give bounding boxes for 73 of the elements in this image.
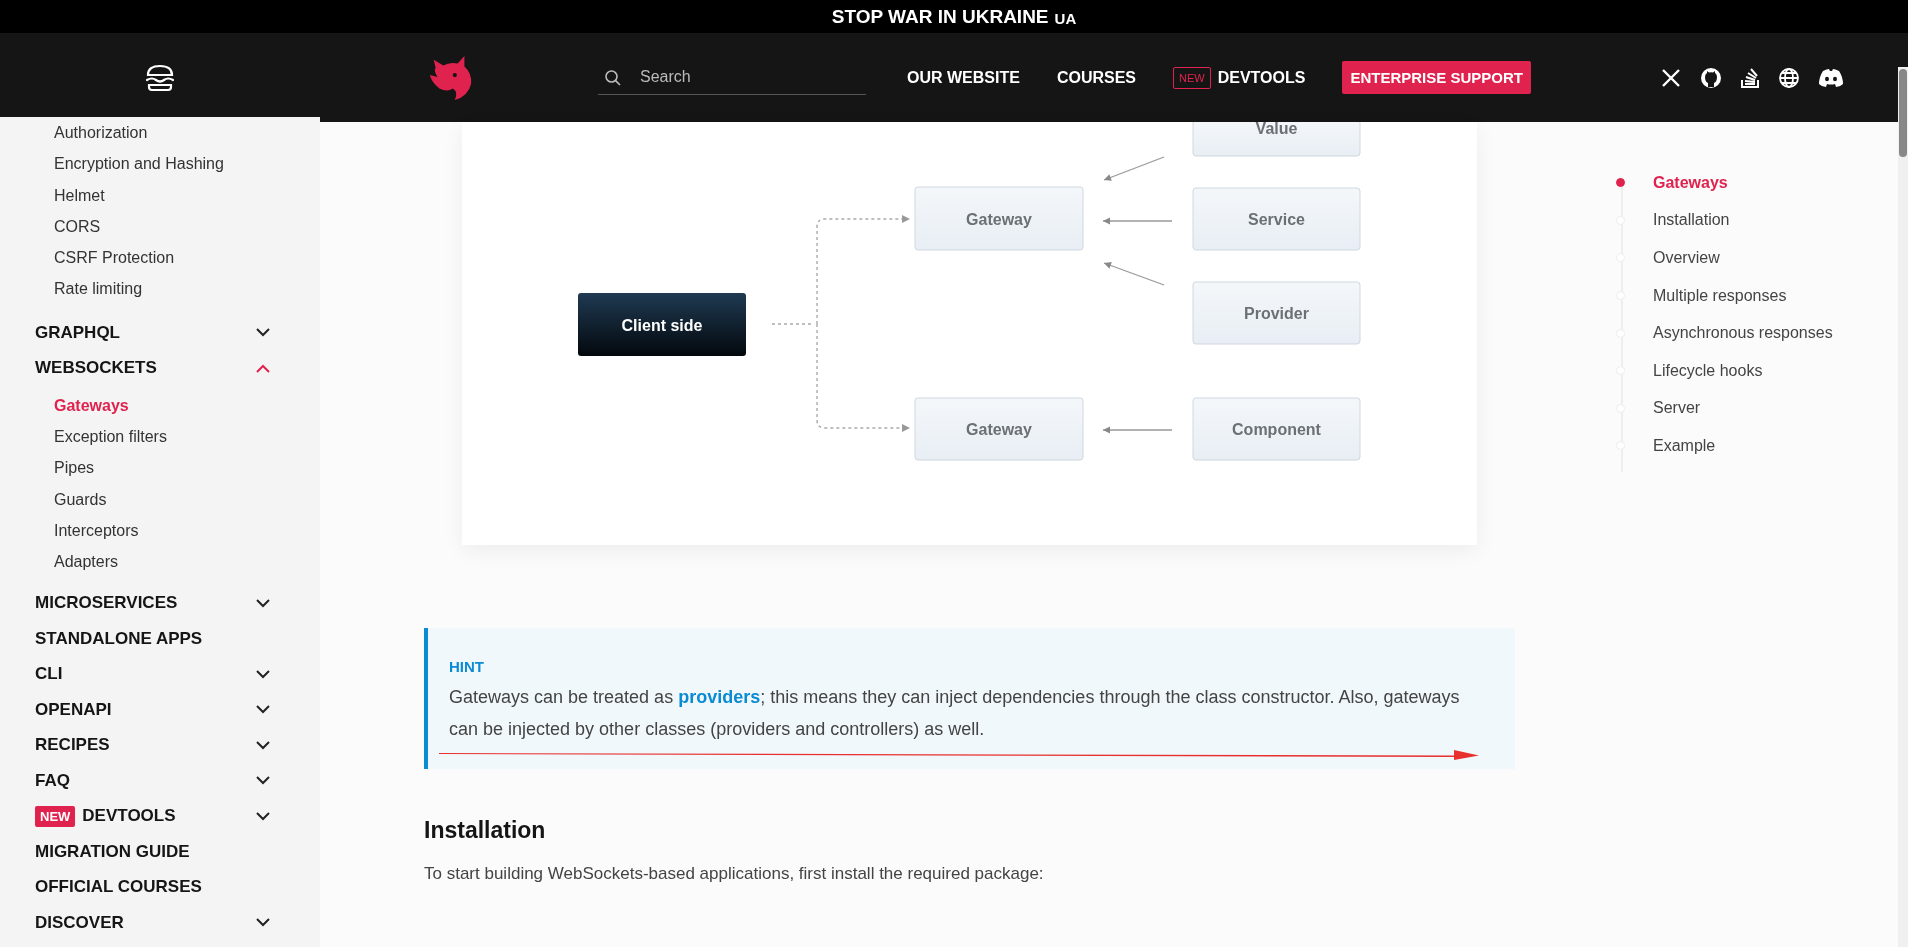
chevron-down-icon[interactable] [256,669,270,679]
connector-arrow [1102,426,1173,434]
nav-link[interactable]: OUR WEBSITE [907,68,1020,87]
connector-arrow [1103,156,1165,181]
sidebar-link[interactable]: Pipes [0,452,320,484]
sidebar-section[interactable]: WEBSOCKETS [35,358,157,379]
sidebar-section[interactable]: DEVTOOLS [82,806,176,827]
sidebar-link[interactable]: Encryption and Hashing [0,148,320,180]
chevron-down-icon[interactable] [256,740,270,750]
country-tag: UA [1054,9,1077,27]
toc-link[interactable]: Multiple responses [1653,286,1787,305]
diagram-node: Gateway [914,186,1084,251]
search-field[interactable]: Search [598,60,866,95]
scrollbar[interactable] [1898,67,1908,947]
new-badge: NEW [35,805,76,827]
chevron-down-icon[interactable] [256,328,270,338]
sidebar-section[interactable]: MICROSERVICES [35,593,178,614]
toc-link[interactable]: Asynchronous responses [1653,324,1833,343]
sidebar-section[interactable]: GRAPHQL [35,322,120,343]
stack-icon[interactable] [1740,66,1760,89]
discord-icon[interactable] [1818,67,1844,88]
connector-arrow [1103,262,1165,286]
chevron-down-icon[interactable] [256,776,270,786]
sidebar-section[interactable]: DISCOVER [35,912,124,933]
new-badge: NEW [1173,66,1211,89]
burger-icon[interactable] [144,62,176,93]
chevron-up-icon[interactable] [256,363,270,373]
chevron-down-icon[interactable] [256,598,270,608]
sidebar-link[interactable]: Interceptors [0,514,320,547]
chevron-down-icon[interactable] [256,918,270,928]
connector-arrow [1102,217,1173,225]
toc-link[interactable]: Installation [1653,211,1730,230]
sidebar-link[interactable]: Helmet [0,179,320,211]
search-icon [604,69,622,87]
globe-icon[interactable] [1778,66,1800,89]
sidebar-link[interactable]: Adapters [0,546,320,578]
sidebar-link[interactable]: Rate limiting [0,273,320,305]
banner-text: STOP WAR IN UKRAINE [831,5,1049,28]
chevron-down-icon[interactable] [256,811,270,821]
hint-title: HINT [449,658,485,675]
sidebar-section[interactable]: OPENAPI [35,699,112,720]
hint-text: Gateways can be treated as providers; this means they can inject dependencies through the class constructor. Also, gateways can be injected by other classes (providers and controllers) as well. [449,686,1461,741]
chevron-down-icon[interactable] [256,705,270,715]
toc-link[interactable]: Lifecycle hooks [1653,361,1763,380]
toc-link[interactable]: Overview [1653,249,1720,267]
sidebar-link[interactable]: Authorization [0,117,320,149]
sidebar-section[interactable]: FAQ [35,770,70,791]
sidebar-section[interactable]: RECIPES [35,735,110,756]
nav-link[interactable]: COURSES [1056,68,1136,87]
diagram-node: Gateway [914,397,1084,461]
sidebar-link[interactable]: Exception filters [0,421,320,453]
paragraph: To start building WebSockets-based applications, first install the required package: [424,864,1045,884]
sidebar-link[interactable]: CSRF Protection [0,242,320,274]
toc-link[interactable]: Gateways [1653,173,1728,192]
github-icon[interactable] [1700,66,1722,89]
diagram-node: Client side [578,293,746,356]
diagram-node: Value [1192,122,1361,157]
diagram-node: Service [1192,187,1361,251]
diagram-node: Component [1192,397,1361,461]
diagram-node: Provider [1192,281,1361,345]
sidebar-section[interactable]: MIGRATION GUIDE [35,841,190,862]
sidebar-link[interactable]: CORS [0,210,320,243]
toc-link[interactable]: Server [1653,399,1701,418]
nav-link[interactable]: NEW DEVTOOLS [1173,66,1306,89]
toc-link[interactable]: Example [1653,436,1716,455]
sidebar-link[interactable]: Gateways [0,389,320,422]
sidebar-section[interactable]: STANDALONE APPS [35,628,203,649]
enterprise-support-button[interactable]: ENTERPRISE SUPPORT [1342,61,1531,94]
sidebar-link[interactable]: Guards [0,483,320,515]
section-heading: Installation [424,817,547,844]
x-icon[interactable] [1660,66,1682,89]
sidebar-section[interactable]: OFFICIAL COURSES [35,877,202,898]
sidebar-section[interactable]: CLI [35,664,63,685]
